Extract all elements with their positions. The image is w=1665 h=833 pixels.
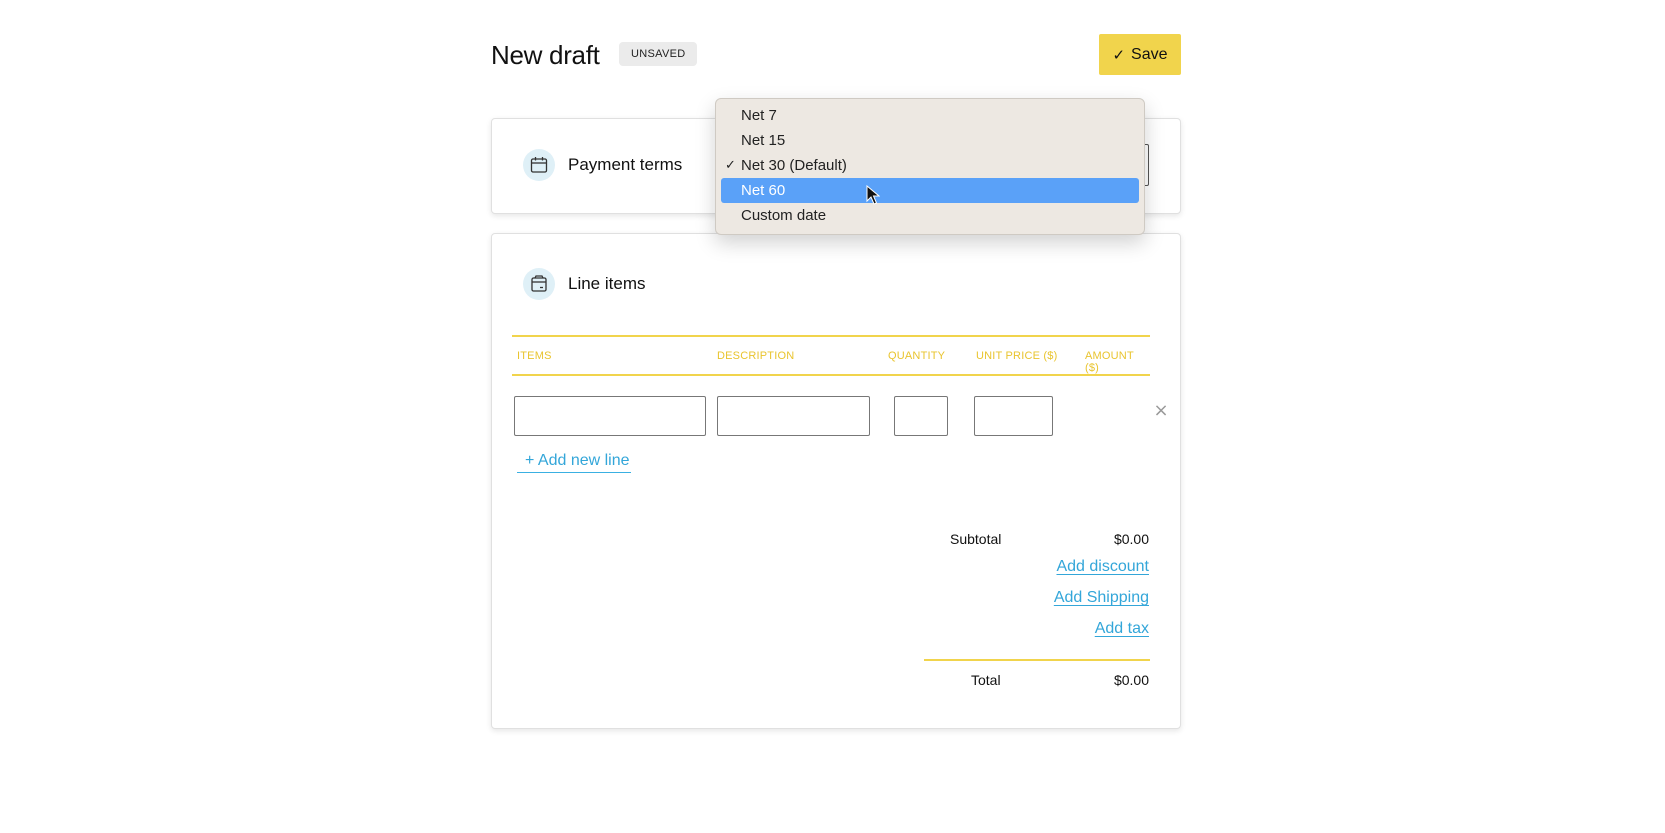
dropdown-option-label: Net 7 bbox=[741, 107, 777, 124]
dropdown-option-label: Net 60 bbox=[741, 182, 786, 199]
total-label: Total bbox=[971, 672, 1001, 688]
dropdown-option-net-7[interactable]: Net 7 bbox=[721, 103, 1139, 128]
save-button[interactable]: ✓ Save bbox=[1099, 34, 1181, 75]
dropdown-option-label: Custom date bbox=[741, 207, 827, 224]
column-header-quantity: QUANTITY bbox=[888, 350, 946, 362]
save-button-label: Save bbox=[1131, 45, 1168, 63]
dropdown-option-net-15[interactable]: Net 15 bbox=[721, 128, 1139, 153]
calendar-icon bbox=[523, 149, 555, 181]
total-divider bbox=[924, 659, 1150, 661]
item-input[interactable] bbox=[514, 396, 706, 436]
dropdown-option-custom-date[interactable]: Custom date bbox=[721, 203, 1139, 228]
column-header-items: ITEMS bbox=[517, 350, 552, 362]
column-header-unit-price: UNIT PRICE ($) bbox=[976, 350, 1058, 362]
page-title: New draft bbox=[491, 40, 600, 70]
payment-terms-dropdown: Net 7 Net 15 ✓ Net 30 (Default) Net 60 C… bbox=[715, 98, 1145, 235]
mouse-cursor-icon bbox=[866, 185, 880, 205]
quantity-input[interactable] bbox=[894, 396, 948, 436]
dropdown-option-net-30[interactable]: ✓ Net 30 (Default) bbox=[721, 153, 1139, 178]
line-items-card: Line items ITEMS DESCRIPTION QUANTITY UN… bbox=[491, 233, 1181, 729]
status-badge: UNSAVED bbox=[619, 42, 698, 66]
box-icon bbox=[523, 268, 555, 300]
subtotal-label: Subtotal bbox=[950, 531, 1002, 547]
add-new-line-button[interactable]: + Add new line bbox=[517, 452, 631, 473]
remove-line-icon[interactable]: × bbox=[1153, 402, 1169, 420]
payment-terms-title: Payment terms bbox=[568, 155, 683, 174]
dropdown-option-net-60[interactable]: Net 60 bbox=[721, 178, 1139, 203]
unit-price-input[interactable] bbox=[974, 396, 1053, 436]
dropdown-option-label: Net 15 bbox=[741, 132, 786, 149]
column-header-amount: AMOUNT ($) bbox=[1085, 350, 1134, 374]
column-header-description: DESCRIPTION bbox=[717, 350, 795, 362]
description-input[interactable] bbox=[717, 396, 870, 436]
add-shipping-link[interactable]: Add Shipping bbox=[1054, 589, 1149, 607]
dropdown-option-label: Net 30 (Default) bbox=[741, 157, 847, 174]
page-header: New draft UNSAVED ✓ Save bbox=[491, 34, 1181, 86]
check-icon: ✓ bbox=[725, 158, 736, 173]
add-tax-link[interactable]: Add tax bbox=[1095, 620, 1149, 638]
total-value: $0.00 bbox=[1113, 672, 1149, 688]
add-discount-link[interactable]: Add discount bbox=[1056, 558, 1149, 576]
line-items-header: ITEMS DESCRIPTION QUANTITY UNIT PRICE ($… bbox=[512, 335, 1150, 376]
line-items-title: Line items bbox=[568, 274, 646, 293]
check-icon: ✓ bbox=[1112, 45, 1126, 64]
subtotal-value: $0.00 bbox=[1113, 531, 1149, 547]
